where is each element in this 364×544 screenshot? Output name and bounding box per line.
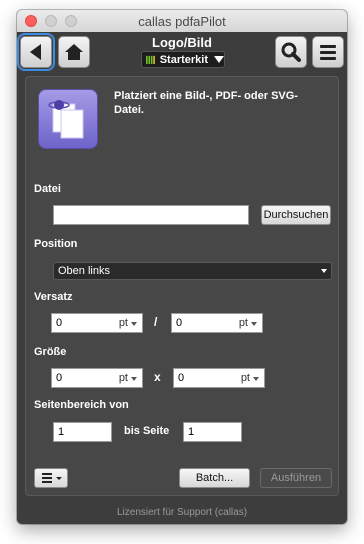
run-button[interactable]: Ausführen <box>260 468 332 488</box>
chevron-down-icon <box>321 269 327 273</box>
file-label: Datei <box>34 183 61 195</box>
window-title: callas pdfaPilot <box>138 14 226 29</box>
page-from-input[interactable]: 1 <box>53 422 112 442</box>
fixup-description: Platziert eine Bild-, PDF- oder SVG-Date… <box>114 90 298 116</box>
chevron-down-icon <box>253 377 259 381</box>
position-select[interactable]: Oben links <box>53 262 332 280</box>
app-window: callas pdfaPilot Logo/Bild Starterkit Pl… <box>17 10 347 524</box>
position-selected-value: Oben links <box>58 265 110 277</box>
page-to-label: bis Seite <box>124 425 170 437</box>
chevron-down-icon <box>214 56 224 63</box>
offset-y-value: 0 <box>176 317 183 329</box>
offset-x-unit[interactable]: pt <box>119 317 128 329</box>
offset-x-value: 0 <box>56 317 63 329</box>
offset-separator: / <box>154 315 158 329</box>
search-icon <box>281 42 301 62</box>
size-height-value: 0 <box>178 372 185 384</box>
page-to-input[interactable]: 1 <box>183 422 242 442</box>
options-menu-button[interactable] <box>34 468 68 488</box>
size-width-field[interactable]: 0 pt <box>51 368 143 388</box>
browse-button[interactable]: Durchsuchen <box>261 205 331 225</box>
size-width-unit[interactable]: pt <box>119 372 128 384</box>
license-text: Lizensiert für Support (callas) <box>116 507 248 518</box>
chevron-down-icon <box>251 322 257 326</box>
position-label: Position <box>34 238 78 250</box>
page-range-label: Seitenbereich von <box>34 399 129 411</box>
size-width-value: 0 <box>56 372 63 384</box>
profile-label: Starterkit <box>159 53 208 66</box>
fixup-panel: Platziert eine Bild-, PDF- oder SVG-Date… <box>25 76 339 496</box>
home-button[interactable] <box>58 36 90 68</box>
menu-button[interactable] <box>312 36 344 68</box>
size-label: Größe <box>34 346 67 358</box>
size-separator: x <box>154 370 161 384</box>
title-bar: callas pdfaPilot <box>17 10 347 33</box>
chevron-down-icon <box>131 377 137 381</box>
offset-x-field[interactable]: 0 pt <box>51 313 143 333</box>
batch-button[interactable]: Batch... <box>179 468 250 488</box>
image-document-icon <box>38 89 98 149</box>
toolbar: Logo/Bild Starterkit <box>17 32 347 76</box>
size-height-field[interactable]: 0 pt <box>173 368 265 388</box>
back-arrow-icon <box>30 44 41 60</box>
chevron-down-icon <box>131 322 137 326</box>
back-button[interactable] <box>17 33 55 71</box>
list-menu-icon <box>42 473 62 483</box>
offset-y-field[interactable]: 0 pt <box>171 313 263 333</box>
toolbar-title: Logo/Bild <box>152 35 212 50</box>
size-height-unit[interactable]: pt <box>241 372 250 384</box>
home-icon <box>65 44 83 60</box>
offset-y-unit[interactable]: pt <box>239 317 248 329</box>
offset-label: Versatz <box>34 291 73 303</box>
profile-dropdown[interactable]: Starterkit <box>141 51 225 68</box>
search-button[interactable] <box>275 36 307 68</box>
hamburger-menu-icon <box>320 45 336 60</box>
file-path-input[interactable] <box>53 205 249 225</box>
profile-bars-icon <box>146 55 155 64</box>
